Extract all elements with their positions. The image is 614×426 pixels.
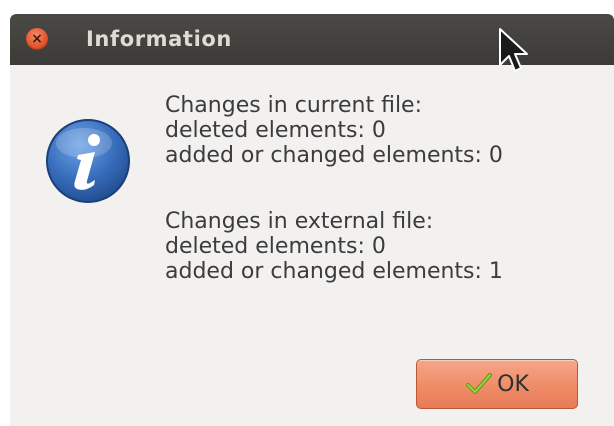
external-file-heading: Changes in external file: bbox=[165, 209, 434, 234]
close-button[interactable]: × bbox=[26, 28, 48, 50]
checkmark-icon bbox=[466, 373, 493, 394]
window-title: Information bbox=[86, 27, 232, 51]
close-icon: × bbox=[31, 31, 43, 47]
current-deleted-count: deleted elements: 0 bbox=[165, 118, 386, 143]
mouse-pointer-icon bbox=[499, 28, 528, 72]
external-added-count: added or changed elements: 1 bbox=[165, 259, 503, 284]
current-added-count: added or changed elements: 0 bbox=[165, 143, 503, 168]
ok-button-label: OK bbox=[497, 371, 529, 397]
information-dialog: × Information Changes in current file: d… bbox=[10, 14, 614, 426]
current-file-heading: Changes in current file: bbox=[165, 93, 423, 118]
message-text: Changes in current file: deleted element… bbox=[165, 93, 503, 284]
ok-button[interactable]: OK bbox=[416, 359, 578, 409]
external-deleted-count: deleted elements: 0 bbox=[165, 234, 386, 259]
info-icon bbox=[46, 119, 130, 203]
